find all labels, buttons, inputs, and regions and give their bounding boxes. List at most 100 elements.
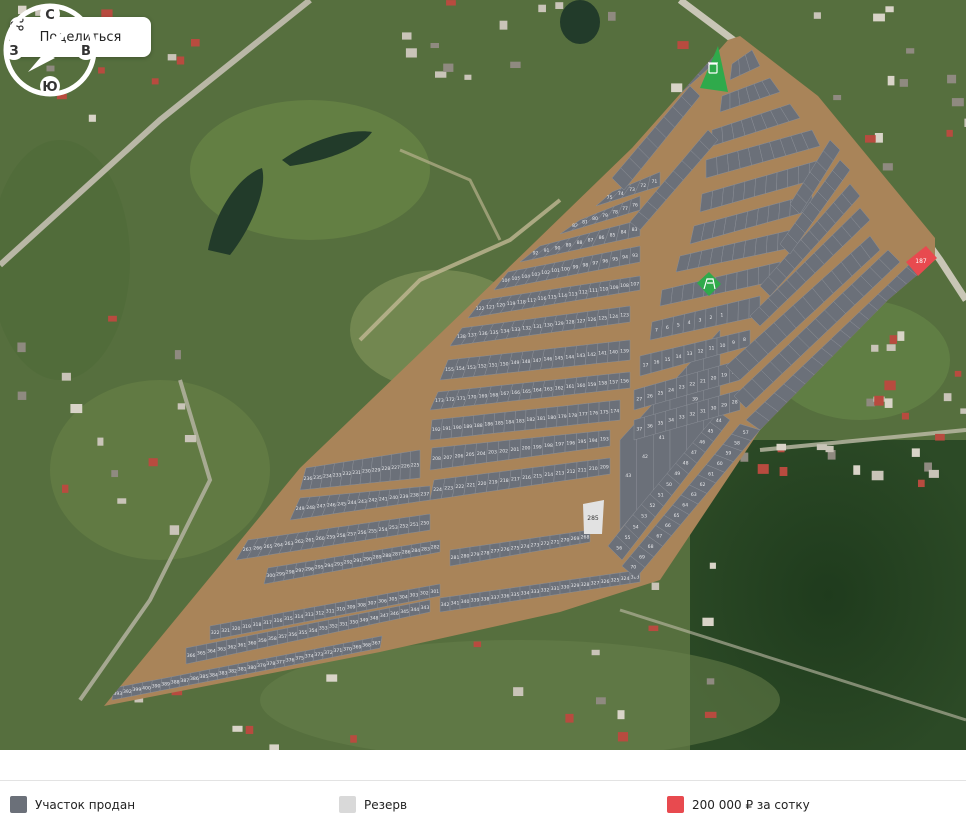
building — [62, 484, 69, 493]
plot-number: 274 — [521, 544, 530, 550]
plot-number: 254 — [379, 527, 388, 533]
plot[interactable] — [726, 300, 739, 324]
site-map[interactable]: 393 392 399 400 390 389 388 387 386 385 384 383 382 3… — [0, 0, 966, 750]
plot[interactable] — [743, 178, 756, 200]
plot-number: 275 — [511, 546, 520, 552]
plot-number: 224 — [433, 487, 442, 493]
plot[interactable] — [756, 205, 770, 226]
plot-number: 97 — [592, 261, 598, 267]
plot-number: 31 — [700, 408, 706, 414]
plot-number: 309 — [347, 604, 356, 610]
building — [871, 344, 879, 352]
building — [565, 713, 574, 723]
plot-number: 218 — [500, 478, 509, 484]
plot[interactable] — [725, 271, 738, 293]
plot-number: 252 — [400, 524, 409, 530]
plot-number: 6 — [666, 325, 669, 331]
building — [704, 711, 717, 718]
building — [651, 582, 660, 590]
plot-number: 276 — [501, 547, 510, 553]
building — [405, 48, 417, 58]
plot-number: 294 — [324, 563, 333, 569]
plot[interactable] — [765, 232, 779, 254]
plot-number: 221 — [467, 483, 476, 489]
plot-number: 70 — [630, 565, 636, 571]
plot-number: 389 — [161, 682, 170, 688]
building — [874, 395, 884, 406]
plot-number: 182 — [526, 417, 535, 423]
plot-number: 147 — [533, 358, 542, 364]
plot[interactable] — [747, 266, 759, 288]
plot[interactable] — [681, 282, 695, 302]
plot-number: 312 — [315, 610, 324, 616]
plot[interactable] — [716, 153, 730, 176]
plot-number: 209 — [600, 465, 609, 471]
building — [897, 331, 905, 341]
plot[interactable] — [743, 237, 757, 259]
plot-number: 231 — [352, 470, 361, 476]
plot-number: 297 — [295, 568, 304, 574]
plot-number: 107 — [630, 282, 639, 288]
plot-number: 155 — [445, 367, 454, 373]
plot-number: 298 — [286, 570, 295, 576]
building — [887, 75, 895, 86]
building — [706, 678, 715, 685]
building — [555, 2, 564, 9]
plot-number: 320 — [232, 626, 241, 632]
plot-number: 289 — [373, 555, 382, 561]
plot-number: 77 — [622, 206, 628, 212]
plot[interactable] — [737, 298, 750, 322]
plot[interactable] — [765, 172, 778, 194]
plot[interactable] — [721, 184, 735, 207]
plot[interactable] — [778, 199, 791, 220]
plot-number: 257 — [347, 532, 356, 538]
plot-number: 25 — [658, 390, 664, 396]
plot-number: 9 — [732, 340, 735, 346]
plot-number: 93 — [632, 253, 638, 259]
legend-item-sold: Участок продан — [10, 796, 135, 813]
plot-number: 1 — [720, 313, 723, 319]
building — [510, 61, 521, 69]
plot-number: 124 — [609, 314, 618, 320]
plot[interactable] — [705, 156, 718, 179]
plot-number: 228 — [382, 466, 391, 472]
plot-number: 10 — [720, 343, 726, 349]
building — [776, 443, 787, 451]
plot-number: 258 — [337, 533, 346, 539]
plot-number: 238 — [410, 493, 419, 499]
plot-number: 193 — [600, 437, 609, 443]
plot[interactable] — [767, 202, 781, 223]
plot-number: 380 — [247, 665, 256, 671]
plot-number: 143 — [576, 353, 585, 359]
plot-number: 321 — [221, 628, 230, 634]
reserve-plot[interactable]: 285 — [583, 500, 604, 534]
plot-number: 253 — [389, 525, 398, 531]
plot-number: 367 — [372, 641, 381, 647]
plot[interactable] — [787, 165, 799, 188]
plot-number: 210 — [589, 466, 598, 472]
plot[interactable] — [776, 168, 789, 191]
building — [833, 95, 842, 101]
plot-number: 244 — [348, 500, 357, 506]
plot-number: 161 — [566, 384, 575, 390]
plot-number: 268 — [581, 535, 590, 541]
building — [671, 83, 683, 93]
building — [947, 74, 957, 84]
plot-number: 392 — [123, 689, 132, 695]
plot-number: 186 — [484, 422, 493, 428]
plot-number: 399 — [133, 687, 142, 693]
plot-number: 327 — [591, 580, 600, 586]
map-canvas[interactable]: 393 392 399 400 390 389 388 387 386 385 384 383 382 3… — [0, 0, 966, 750]
plot-number: 211 — [578, 468, 587, 474]
plot[interactable] — [754, 175, 767, 197]
plot-number: 307 — [368, 601, 377, 607]
plot-number: 68 — [648, 544, 654, 550]
building — [617, 732, 629, 742]
plot-number: 192 — [432, 427, 441, 433]
plot[interactable] — [754, 235, 768, 256]
plot[interactable] — [732, 181, 746, 204]
plot[interactable] — [736, 269, 749, 290]
plot-number: 29 — [721, 402, 727, 408]
plot-number: 46 — [699, 439, 705, 445]
plot-number: 43 — [625, 473, 631, 479]
